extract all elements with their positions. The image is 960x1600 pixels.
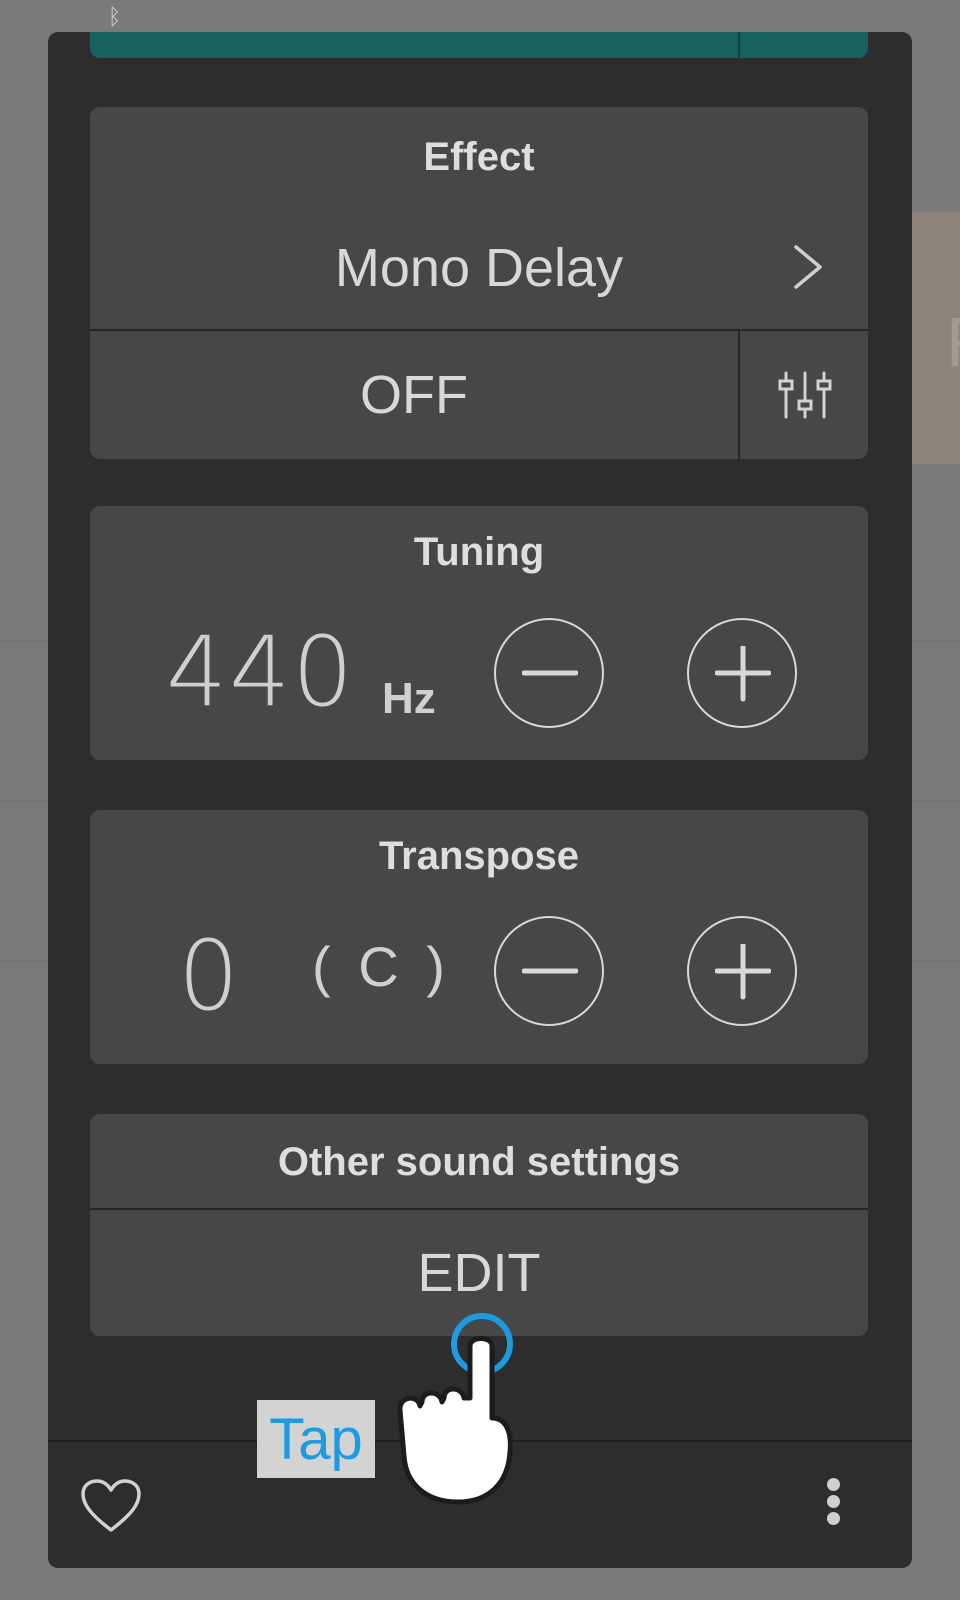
other-sound-settings-card: Other sound settings EDIT [90,1114,868,1336]
plus-icon [715,944,771,1000]
tuning-decrease-button[interactable] [494,618,604,728]
minus-icon [522,670,578,676]
tuning-value: 440 [166,616,356,728]
background-card: F [910,212,960,464]
tuning-card: Tuning 440 Hz [90,506,868,760]
minus-icon [522,968,578,974]
bluetooth-icon: ᛒ [108,4,122,29]
tuning-unit: Hz [382,674,436,723]
transpose-value: 0 [178,920,242,1032]
tap-hint-label: Tap [257,1400,375,1478]
tuning-title: Tuning [413,530,545,574]
transpose-key: ( C ) [312,935,451,998]
plus-icon [715,646,771,702]
transpose-decrease-button[interactable] [494,916,604,1026]
transpose-card: Transpose 0 ( C ) [90,810,868,1064]
effect-card: Effect Mono Delay OFF [90,107,868,459]
more-vertical-icon[interactable] [818,1478,848,1528]
effect-settings-button[interactable] [740,331,868,459]
effect-title: Effect [423,135,535,179]
tuning-increase-button[interactable] [687,618,797,728]
selected-sound-strip[interactable] [90,32,868,58]
sliders-icon [778,371,832,419]
heart-icon[interactable] [80,1478,142,1534]
transpose-increase-button[interactable] [687,916,797,1026]
background-card-letter: F [946,302,960,382]
transpose-title: Transpose [378,834,580,878]
effect-name-button[interactable]: Mono Delay [90,237,868,299]
other-sound-settings-title: Other sound settings [277,1140,681,1184]
tap-hand-icon [397,1313,513,1505]
chevron-right-icon[interactable] [788,241,828,293]
effect-toggle-button[interactable]: OFF [90,331,738,459]
strip-divider [738,32,740,58]
